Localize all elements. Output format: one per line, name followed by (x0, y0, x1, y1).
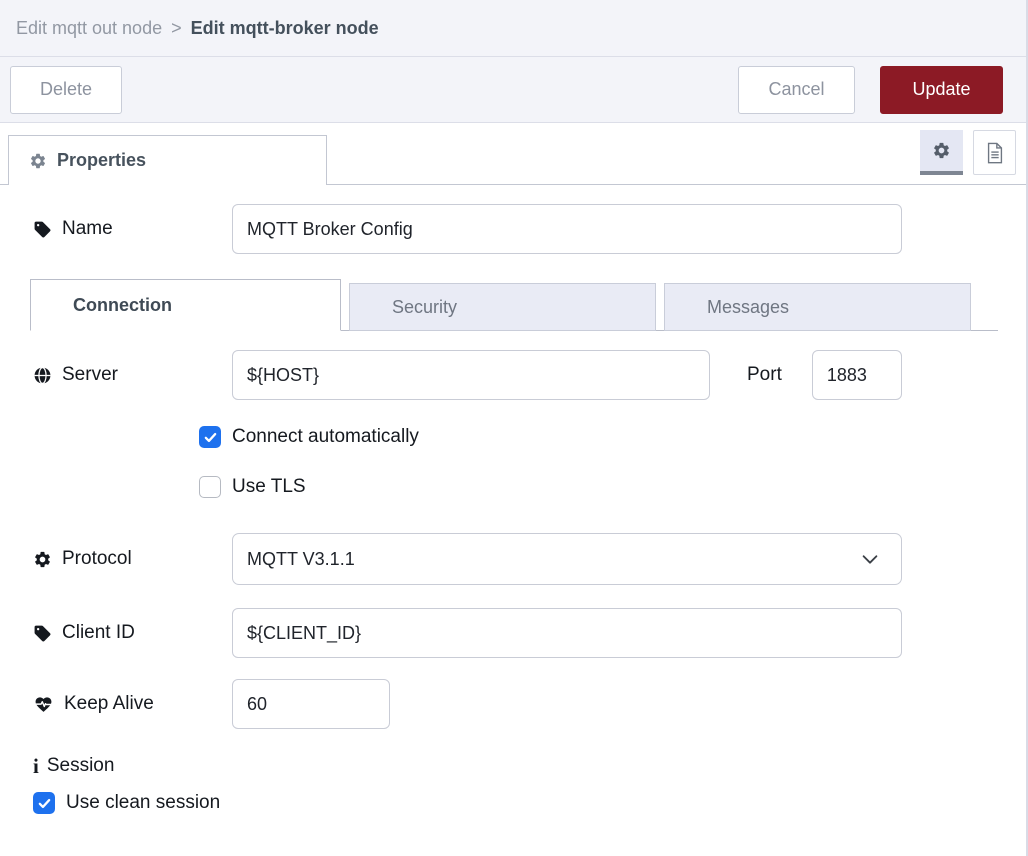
page-title: Edit mqtt-broker node (191, 18, 379, 39)
server-row: Server Port (30, 350, 996, 400)
keep-alive-row: Keep Alive (30, 679, 996, 729)
port-label: Port (747, 364, 782, 386)
use-tls-row: Use TLS (30, 476, 996, 498)
gear-icon (33, 550, 52, 569)
gear-icon (29, 152, 47, 170)
use-tls-checkbox[interactable] (199, 476, 221, 498)
name-label: Name (30, 218, 232, 240)
document-icon (985, 142, 1005, 164)
tag-icon (33, 220, 52, 239)
tab-properties[interactable]: Properties (8, 135, 327, 185)
client-id-row: Client ID (30, 608, 996, 658)
delete-button[interactable]: Delete (10, 66, 122, 114)
protocol-label: Protocol (30, 548, 232, 570)
clean-session-row: Use clean session (30, 792, 996, 814)
client-id-label: Client ID (30, 622, 232, 644)
keep-alive-input[interactable] (232, 679, 390, 729)
globe-icon (33, 366, 52, 385)
connect-auto-label: Connect automatically (232, 426, 419, 448)
broker-subtabs: Connection Security Messages (30, 279, 998, 331)
node-description-button[interactable] (973, 130, 1016, 175)
checkmark-icon (37, 796, 52, 811)
breadcrumb-parent[interactable]: Edit mqtt out node (16, 18, 162, 39)
node-settings-button[interactable] (920, 130, 963, 175)
tab-messages[interactable]: Messages (664, 283, 971, 331)
clean-session-checkbox[interactable] (33, 792, 55, 814)
breadcrumb-separator: > (171, 18, 182, 39)
name-row: Name (30, 204, 996, 254)
dialog-toolbar: Delete Cancel Update (0, 57, 1026, 123)
session-label: Session (47, 755, 115, 777)
info-icon: i (33, 756, 39, 777)
connect-auto-row: Connect automatically (30, 426, 996, 448)
use-tls-label: Use TLS (232, 476, 306, 498)
server-input[interactable] (232, 350, 710, 400)
gear-icon (932, 141, 951, 160)
node-config-form: Name Connection Security Messages Server (0, 185, 1026, 814)
protocol-row: Protocol MQTT V3.1.1 (30, 533, 996, 585)
tabbar-buttons (920, 130, 1016, 175)
port-input[interactable] (812, 350, 902, 400)
checkmark-icon (203, 430, 218, 445)
protocol-select-value: MQTT V3.1.1 (247, 549, 859, 570)
editor-tabbar: Properties (0, 123, 1026, 185)
server-label: Server (30, 364, 232, 386)
update-button[interactable]: Update (880, 66, 1003, 114)
name-input[interactable] (232, 204, 902, 254)
tab-connection[interactable]: Connection (30, 279, 341, 331)
cancel-button[interactable]: Cancel (738, 66, 855, 114)
heartbeat-icon (33, 695, 54, 714)
tab-properties-label: Properties (57, 150, 146, 171)
breadcrumb: Edit mqtt out node > Edit mqtt-broker no… (0, 0, 1026, 57)
protocol-select[interactable]: MQTT V3.1.1 (232, 533, 902, 585)
edit-node-dialog: Edit mqtt out node > Edit mqtt-broker no… (0, 0, 1028, 856)
keep-alive-label: Keep Alive (30, 693, 232, 715)
tab-security[interactable]: Security (349, 283, 656, 331)
client-id-input[interactable] (232, 608, 902, 658)
chevron-down-icon (859, 548, 881, 570)
tag-icon (33, 624, 52, 643)
session-header: i Session (30, 755, 996, 777)
connect-auto-checkbox[interactable] (199, 426, 221, 448)
clean-session-label: Use clean session (66, 792, 220, 814)
